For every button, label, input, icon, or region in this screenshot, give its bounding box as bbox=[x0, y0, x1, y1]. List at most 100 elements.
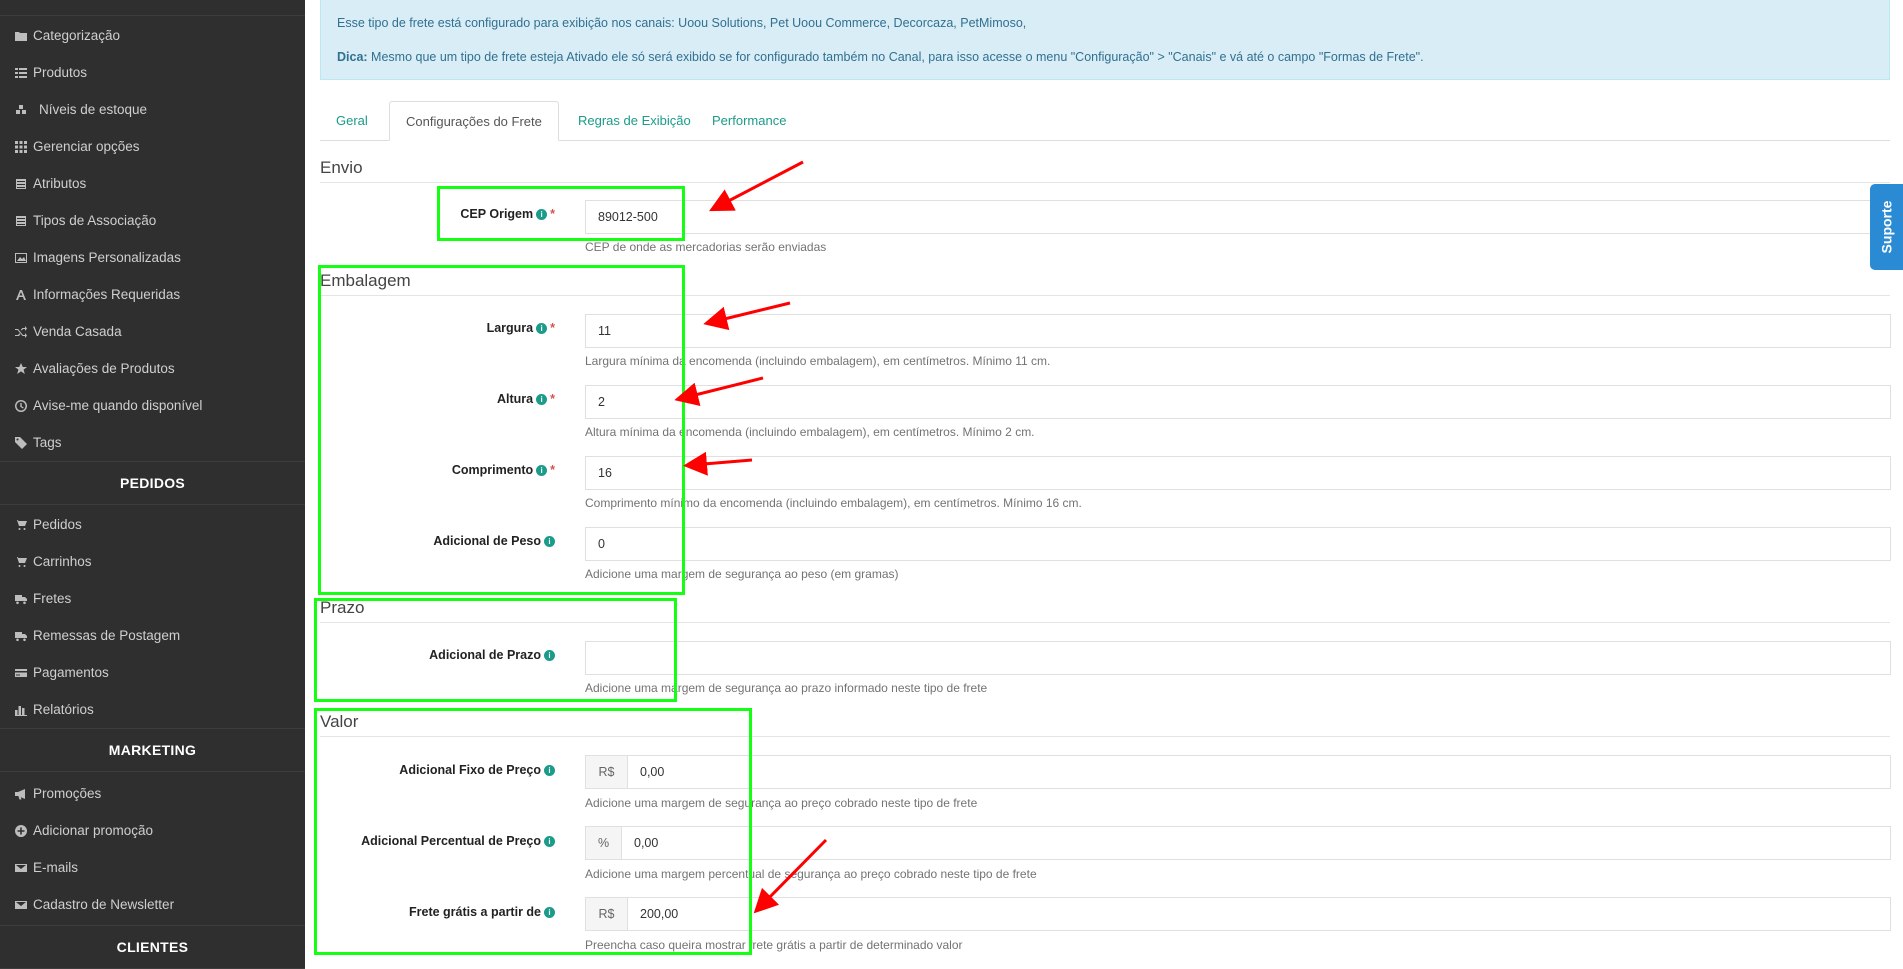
folder-icon bbox=[15, 30, 27, 42]
list-alt-icon bbox=[15, 178, 27, 190]
sidebar-item-label: Níveis de estoque bbox=[39, 102, 148, 117]
adicional-prazo-input[interactable] bbox=[585, 641, 1891, 675]
sidebar-item-atributos[interactable]: Atributos bbox=[0, 165, 305, 202]
sidebar-item-imagens-personalizadas[interactable]: Imagens Personalizadas bbox=[0, 239, 305, 276]
sidebar-item-remessas-postagem[interactable]: Remessas de Postagem bbox=[0, 617, 305, 654]
suporte-button[interactable]: Suporte bbox=[1870, 184, 1903, 270]
cart-icon bbox=[15, 519, 27, 531]
sidebar-item-avise-me[interactable]: Avise-me quando disponível bbox=[0, 387, 305, 424]
adicional-percentual-preco-input[interactable]: 0,00 bbox=[622, 827, 1890, 859]
adicional-fixo-preco-input[interactable]: 0,00 bbox=[628, 756, 1890, 788]
sidebar-item-label: Cadastro de Newsletter bbox=[33, 897, 175, 912]
info-alert: Esse tipo de frete está configurado para… bbox=[320, 0, 1890, 80]
sidebar-item-label: Remessas de Postagem bbox=[33, 628, 181, 643]
image-icon bbox=[15, 252, 27, 264]
tag-icon bbox=[15, 436, 27, 449]
adicional-percentual-preco-group: % 0,00 bbox=[585, 826, 1891, 860]
list-icon bbox=[15, 67, 27, 79]
cep-origem-input[interactable]: 89012-500 bbox=[585, 200, 1891, 234]
adicional-fixo-preco-group: R$ 0,00 bbox=[585, 755, 1891, 789]
sidebar-item-avaliacoes-produtos[interactable]: Avaliações de Produtos bbox=[0, 350, 305, 387]
tab-regras-exibicao[interactable]: Regras de Exibição bbox=[562, 101, 707, 141]
sidebar-item-label: Pagamentos bbox=[33, 665, 109, 680]
tab-geral[interactable]: Geral bbox=[320, 101, 384, 141]
sidebar-item-carrinhos[interactable]: Carrinhos bbox=[0, 543, 305, 580]
sidebar-item-label: Avaliações de Produtos bbox=[33, 361, 175, 376]
highlight-box-prazo bbox=[314, 598, 677, 702]
sidebar-divider bbox=[0, 15, 305, 16]
highlight-box-cep bbox=[437, 186, 685, 241]
sidebar-item-categorizacao[interactable]: Categorização bbox=[0, 17, 305, 54]
sidebar-item-tags[interactable]: Tags bbox=[0, 424, 305, 461]
sidebar-item-label: Venda Casada bbox=[33, 324, 122, 339]
sidebar-item-relatorios[interactable]: Relatórios bbox=[0, 691, 305, 728]
sidebar-item-label: Pedidos bbox=[33, 517, 82, 532]
highlight-box-valor bbox=[314, 708, 752, 955]
truck-icon bbox=[15, 630, 27, 642]
frete-gratis-input[interactable]: 200,00 bbox=[628, 898, 1890, 930]
sidebar-item-niveis-estoque[interactable]: Níveis de estoque bbox=[0, 91, 305, 128]
sidebar-item-emails[interactable]: E-mails bbox=[0, 849, 305, 886]
frete-gratis-group: R$ 200,00 bbox=[585, 897, 1891, 931]
star-icon bbox=[15, 362, 27, 375]
sidebar-section-pedidos: PEDIDOS bbox=[0, 461, 305, 505]
cubes-icon bbox=[15, 104, 27, 116]
bullhorn-icon bbox=[15, 788, 27, 800]
truck-icon bbox=[15, 593, 27, 605]
sidebar-item-label: Imagens Personalizadas bbox=[33, 250, 181, 265]
sidebar-item-label: Atributos bbox=[33, 176, 87, 191]
tab-performance[interactable]: Performance bbox=[696, 101, 802, 141]
sidebar-item-venda-casada[interactable]: Venda Casada bbox=[0, 313, 305, 350]
sidebar-item-cadastro-newsletter[interactable]: Cadastro de Newsletter bbox=[0, 886, 305, 923]
sidebar-item-label: Relatórios bbox=[33, 702, 94, 717]
sidebar-item-label: Adicionar promoção bbox=[33, 823, 154, 838]
sidebar-item-label: Fretes bbox=[33, 591, 72, 606]
sidebar-item-adicionar-promocao[interactable]: Adicionar promoção bbox=[0, 812, 305, 849]
sidebar-item-pedidos[interactable]: Pedidos bbox=[0, 506, 305, 543]
envelope-icon bbox=[15, 899, 27, 911]
section-envio: Envio bbox=[320, 158, 1890, 183]
shuffle-icon bbox=[15, 325, 27, 338]
sidebar-item-label: Gerenciar opções bbox=[33, 139, 140, 154]
altura-input[interactable]: 2 bbox=[585, 385, 1891, 419]
sidebar-section-marketing: MARKETING bbox=[0, 728, 305, 772]
sidebar-item-label: Produtos bbox=[33, 65, 88, 80]
envelope-icon bbox=[15, 862, 27, 874]
tab-bar: Geral Configurações do Frete Regras de E… bbox=[320, 101, 1890, 141]
tab-configuracoes-frete[interactable]: Configurações do Frete bbox=[389, 101, 559, 141]
largura-input[interactable]: 11 bbox=[585, 314, 1891, 348]
sidebar-item-promocoes[interactable]: Promoções bbox=[0, 775, 305, 812]
sidebar-item-gerenciar-opcoes[interactable]: Gerenciar opções bbox=[0, 128, 305, 165]
suporte-label: Suporte bbox=[1878, 200, 1895, 254]
sidebar-item-pagamentos[interactable]: Pagamentos bbox=[0, 654, 305, 691]
alert-tip-text: Mesmo que um tipo de frete esteja Ativad… bbox=[367, 50, 1424, 64]
sidebar-item-label: Tags bbox=[33, 435, 62, 450]
sidebar-item-label: Informações Requeridas bbox=[33, 287, 181, 302]
credit-card-icon bbox=[15, 667, 27, 679]
grid-icon bbox=[15, 140, 27, 153]
sidebar: Categorização Produtos Níveis de estoque… bbox=[0, 0, 305, 969]
cep-origem-help: CEP de onde as mercadorias serão enviada… bbox=[585, 240, 827, 254]
sidebar-item-label: Avise-me quando disponível bbox=[33, 398, 203, 413]
adicional-peso-input[interactable]: 0 bbox=[585, 527, 1891, 561]
sidebar-item-label: Tipos de Associação bbox=[33, 213, 157, 228]
alert-tip: Dica: Mesmo que um tipo de frete esteja … bbox=[337, 48, 1873, 66]
alert-channels-text: Esse tipo de frete está configurado para… bbox=[337, 16, 1027, 30]
sidebar-item-label: Carrinhos bbox=[33, 554, 92, 569]
bar-chart-icon bbox=[15, 704, 27, 716]
list-alt-icon bbox=[15, 215, 27, 227]
cart-icon bbox=[15, 556, 27, 568]
alert-tip-label: Dica: bbox=[337, 50, 368, 64]
clock-icon bbox=[15, 399, 27, 412]
sidebar-item-label: E-mails bbox=[33, 860, 79, 875]
sidebar-item-label: Categorização bbox=[33, 28, 121, 43]
sidebar-item-fretes[interactable]: Fretes bbox=[0, 580, 305, 617]
highlight-box-embalagem bbox=[318, 265, 685, 595]
sidebar-item-produtos[interactable]: Produtos bbox=[0, 54, 305, 91]
sidebar-item-informacoes-requeridas[interactable]: Informações Requeridas bbox=[0, 276, 305, 313]
plus-circle-icon bbox=[15, 824, 27, 837]
sidebar-section-clientes: CLIENTES bbox=[0, 925, 305, 969]
comprimento-input[interactable]: 16 bbox=[585, 456, 1891, 490]
sidebar-item-tipos-associacao[interactable]: Tipos de Associação bbox=[0, 202, 305, 239]
sidebar-item-label: Promoções bbox=[33, 786, 102, 801]
